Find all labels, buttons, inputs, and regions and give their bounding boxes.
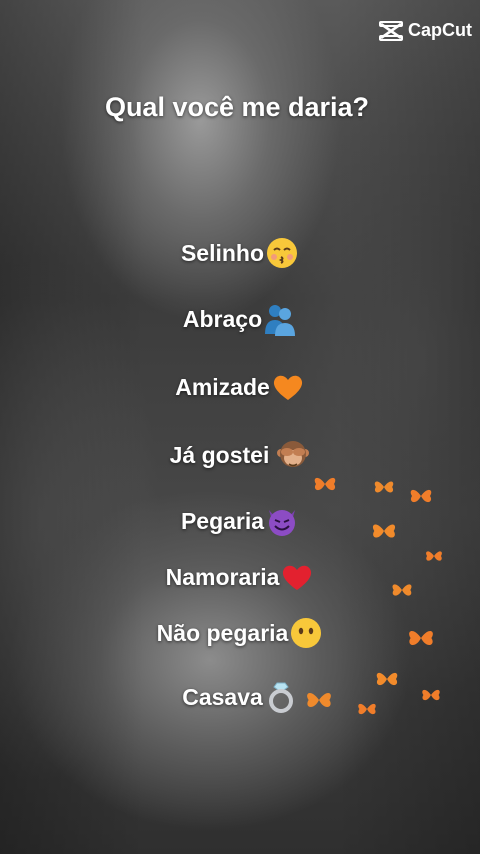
option-label: Abraço — [182, 305, 263, 332]
smiling-devil-icon — [265, 504, 299, 538]
see-no-evil-monkey-icon — [276, 438, 310, 472]
option-amizade[interactable]: Amizade — [0, 370, 480, 404]
option-label: Não pegaria — [156, 619, 289, 646]
option-namoraria[interactable]: Namoraria — [0, 560, 480, 594]
capcut-watermark: CapCut — [379, 20, 472, 41]
capcut-logo-icon — [379, 20, 403, 41]
butterfly-icon — [410, 489, 432, 503]
option-casava[interactable]: Casava — [0, 680, 480, 714]
option-abraco[interactable]: Abraço — [0, 302, 480, 336]
orange-heart-icon — [271, 370, 305, 404]
red-heart-icon — [280, 560, 314, 594]
option-nao-pegaria[interactable]: Não pegaria — [0, 616, 480, 650]
background-shade — [0, 0, 480, 854]
butterfly-icon — [374, 481, 394, 493]
option-pegaria[interactable]: Pegaria — [0, 504, 480, 538]
option-ja-gostei[interactable]: Já gostei — [0, 438, 480, 472]
option-label: Casava — [182, 683, 263, 710]
option-label: Selinho — [180, 239, 265, 266]
capcut-brand-text: CapCut — [408, 20, 472, 40]
option-selinho[interactable]: Selinho — [0, 236, 480, 270]
ring-icon — [264, 680, 298, 714]
butterfly-icon — [314, 477, 336, 491]
photo-background: CapCut Qual você me daria? Selinho Abraç… — [0, 0, 480, 854]
option-label: Já gostei — [169, 441, 270, 468]
option-label: Pegaria — [180, 507, 265, 534]
hugging-people-icon — [263, 302, 297, 336]
kissing-face-icon — [265, 236, 299, 270]
option-label: Namoraria — [165, 563, 280, 590]
face-without-mouth-icon — [289, 616, 323, 650]
option-label: Amizade — [175, 373, 270, 400]
question-title: Qual você me daria? — [104, 92, 370, 122]
